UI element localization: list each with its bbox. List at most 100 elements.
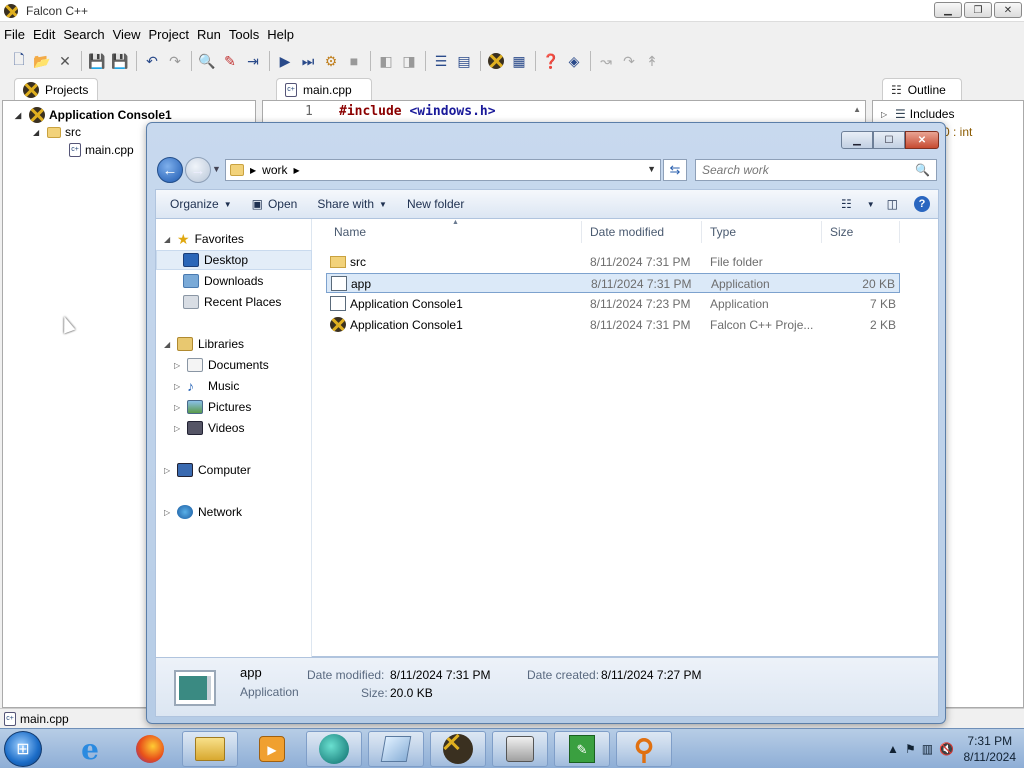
nav-music[interactable]: ▷ ♪ Music xyxy=(156,376,312,396)
back-icon[interactable]: ◧ xyxy=(375,50,397,72)
restore-button[interactable]: ❐ xyxy=(964,2,992,18)
about-icon[interactable]: ◈ xyxy=(563,50,585,72)
menu-edit[interactable]: Edit xyxy=(29,24,59,44)
taskbar-search-app[interactable]: ⚲ xyxy=(616,731,672,767)
expand-triangle-icon[interactable]: ▷ xyxy=(164,466,172,475)
menu-run[interactable]: Run xyxy=(193,24,225,44)
start-button[interactable]: ⊞ xyxy=(4,731,42,767)
action-center-flag-icon[interactable]: ⚑ xyxy=(905,742,916,756)
taskbar-clock[interactable]: 7:31 PM 8/11/2024 xyxy=(964,733,1017,765)
search-icon[interactable]: 🔍 xyxy=(915,163,930,177)
expand-triangle-icon[interactable]: ▷ xyxy=(174,361,182,370)
packages-icon[interactable]: ▦ xyxy=(508,50,530,72)
falcon-icon[interactable] xyxy=(485,50,507,72)
tab-projects[interactable]: Projects xyxy=(14,78,98,100)
menu-view[interactable]: View xyxy=(109,24,145,44)
undo-icon[interactable]: ↶ xyxy=(141,50,163,72)
column-date-modified[interactable]: Date modified xyxy=(582,221,702,243)
expand-triangle-icon[interactable]: ▷ xyxy=(174,424,182,433)
recent-pages-dropdown[interactable]: ▼ xyxy=(212,164,221,174)
table-row[interactable]: src 8/11/2024 7:31 PM File folder xyxy=(326,252,900,272)
taskbar-explorer[interactable] xyxy=(182,731,238,767)
show-hidden-icons-icon[interactable]: ▲ xyxy=(887,742,899,756)
nav-desktop[interactable]: Desktop xyxy=(156,250,312,270)
compile-icon[interactable]: ⚙ xyxy=(320,50,342,72)
goto-line-icon[interactable]: ⇥ xyxy=(242,50,264,72)
expand-triangle-icon[interactable]: ▷ xyxy=(174,403,182,412)
tab-outline[interactable]: ☷ Outline xyxy=(882,78,962,100)
table-row[interactable]: app 8/11/2024 7:31 PM Application 20 KB xyxy=(326,273,900,293)
open-button[interactable]: ▣ Open xyxy=(242,189,308,219)
help-icon[interactable]: ❓ xyxy=(540,50,562,72)
back-button[interactable]: ← xyxy=(157,157,183,183)
organize-button[interactable]: Organize ▼ xyxy=(156,189,242,219)
explorer-maximize-button[interactable]: ☐ xyxy=(873,131,905,149)
breadcrumb-chevron-icon[interactable]: ▶ xyxy=(294,166,300,175)
scroll-up-arrow-icon[interactable]: ▲ xyxy=(853,105,861,114)
share-with-button[interactable]: Share with ▼ xyxy=(307,189,397,219)
tree-item-main-cpp[interactable]: c+ main.cpp xyxy=(69,143,134,157)
view-options-button[interactable]: ☷ ▼ xyxy=(837,189,879,219)
close-file-icon[interactable]: ✕ xyxy=(54,50,76,72)
nav-documents[interactable]: ▷ Documents xyxy=(156,355,312,375)
address-dropdown-icon[interactable]: ▼ xyxy=(647,164,656,174)
taskbar-editor[interactable]: ✎ xyxy=(554,731,610,767)
address-bar[interactable]: ▶ work ▶ ▼ xyxy=(225,159,661,181)
taskbar-media-player[interactable]: ▶ xyxy=(244,731,300,767)
expand-triangle-icon[interactable]: ▷ xyxy=(164,508,172,517)
refresh-button[interactable]: ⇆ xyxy=(663,159,687,181)
forward-button[interactable]: → xyxy=(185,157,211,183)
taskbar-app-teal[interactable] xyxy=(306,731,362,767)
taskbar-app-notes[interactable] xyxy=(368,731,424,767)
tree-item-project[interactable]: ◢ Application Console1 xyxy=(15,107,172,123)
close-button[interactable]: ✕ xyxy=(994,2,1022,18)
new-file-icon[interactable]: 🗋 xyxy=(8,50,30,72)
find-icon[interactable]: 🔍 xyxy=(196,50,218,72)
taskbar-firefox[interactable] xyxy=(122,731,178,767)
step-out-icon[interactable]: ↟ xyxy=(641,50,663,72)
column-size[interactable]: Size xyxy=(822,221,900,243)
menu-tools[interactable]: Tools xyxy=(225,24,263,44)
collapse-triangle-icon[interactable]: ◢ xyxy=(164,340,172,349)
breadcrumb-chevron-icon[interactable]: ▶ xyxy=(250,166,256,175)
help-button[interactable]: ? xyxy=(906,189,938,219)
new-folder-button[interactable]: New folder xyxy=(397,189,474,219)
search-input[interactable]: Search work 🔍 xyxy=(695,159,937,181)
menu-project[interactable]: Project xyxy=(145,24,193,44)
redo-icon[interactable]: ↷ xyxy=(164,50,186,72)
column-type[interactable]: Type xyxy=(702,221,822,243)
tab-main-cpp[interactable]: c+ main.cpp xyxy=(276,78,372,100)
explorer-close-button[interactable]: ✕ xyxy=(905,131,939,149)
nav-pictures[interactable]: ▷ Pictures xyxy=(156,397,312,417)
nav-favorites[interactable]: ◢ ★ Favorites xyxy=(156,229,312,249)
outline-item-includes[interactable]: ▷ ☰ Includes xyxy=(881,107,954,121)
menu-help[interactable]: Help xyxy=(263,24,298,44)
volume-muted-icon[interactable]: 🔇 xyxy=(939,742,954,756)
nav-videos[interactable]: ▷ Videos xyxy=(156,418,312,438)
nav-computer[interactable]: ▷ Computer xyxy=(156,460,312,480)
list-icon[interactable]: ☰ xyxy=(430,50,452,72)
expand-triangle-icon[interactable]: ▷ xyxy=(881,110,891,119)
taskbar-package-manager[interactable] xyxy=(492,731,548,767)
stop-icon[interactable]: ■ xyxy=(343,50,365,72)
tree-item-src[interactable]: ◢ src xyxy=(33,125,81,139)
step-over-icon[interactable]: ↷ xyxy=(618,50,640,72)
find-replace-icon[interactable]: ✎ xyxy=(219,50,241,72)
open-folder-icon[interactable]: 📂 xyxy=(31,50,53,72)
table-row[interactable]: Application Console1 8/11/2024 7:31 PM F… xyxy=(326,315,900,335)
properties-icon[interactable]: ▤ xyxy=(453,50,475,72)
nav-recent-places[interactable]: Recent Places xyxy=(156,292,312,312)
save-all-icon[interactable]: 💾 xyxy=(109,50,131,72)
nav-libraries[interactable]: ◢ Libraries xyxy=(156,334,312,354)
step-icon[interactable]: ↝ xyxy=(595,50,617,72)
column-name[interactable]: Name ▲ xyxy=(326,219,582,243)
collapse-triangle-icon[interactable]: ◢ xyxy=(15,111,25,120)
menu-search[interactable]: Search xyxy=(59,24,108,44)
collapse-triangle-icon[interactable]: ◢ xyxy=(33,128,43,137)
network-tray-icon[interactable]: ▥ xyxy=(922,742,933,756)
table-row[interactable]: Application Console1 8/11/2024 7:23 PM A… xyxy=(326,294,900,314)
forward-icon[interactable]: ◨ xyxy=(398,50,420,72)
taskbar-falcon-ide[interactable] xyxy=(430,731,486,767)
nav-downloads[interactable]: Downloads xyxy=(156,271,312,291)
preview-pane-button[interactable]: ◫ xyxy=(879,189,906,219)
